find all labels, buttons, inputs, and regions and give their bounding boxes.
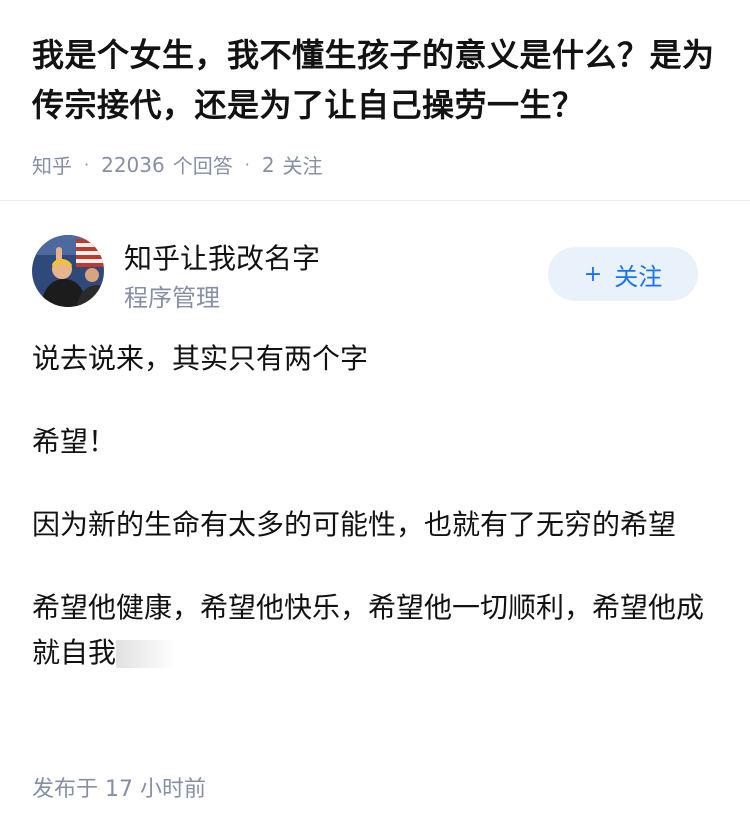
avatar-image [32,235,104,307]
answer-paragraph: 因为新的生命有太多的可能性，也就有了无穷的希望 [32,508,677,541]
follow-button[interactable]: + 关注 [548,247,698,301]
answer-page: 我是个女生，我不懂生孩子的意义是什么？是为传宗接代，还是为了让自己操劳一生？ 知… [0,0,750,838]
answer-content: 说去说来，其实只有两个字 希望！ 因为新的生命有太多的可能性，也就有了无穷的希望… [0,336,750,675]
meta-separator: · [244,155,250,174]
question-header: 我是个女生，我不懂生孩子的意义是什么？是为传宗接代，还是为了让自己操劳一生？ 知… [0,0,750,178]
question-meta: 知乎 · 22036 个回答 · 2 关注 [32,150,718,179]
truncation-fade [116,640,177,668]
answer-paragraph: 希望他健康，希望他快乐，希望他一切顺利，希望他成就自我 [32,585,718,675]
plus-icon: + [583,261,603,287]
followers-label[interactable]: 关注 [283,150,323,179]
question-title[interactable]: 我是个女生，我不懂生孩子的意义是什么？是为传宗接代，还是为了让自己操劳一生？ [32,30,718,130]
publish-time: 发布于 17 小时前 [32,777,206,802]
answer-paragraph: 希望！ [32,425,117,458]
follow-label: 关注 [614,262,663,291]
meta-separator: · [84,155,90,174]
author-card: 知乎让我改名字 程序管理 + 关注 [0,201,750,312]
answers-count[interactable]: 22036 [101,153,165,177]
followers-count[interactable]: 2 [262,153,275,177]
avatar-photo-icon[interactable] [32,235,104,307]
author-name[interactable]: 知乎让我改名字 [124,237,320,277]
answers-label[interactable]: 个回答 [173,150,233,179]
flag-stripes [76,239,104,267]
author-headline: 程序管理 [124,284,220,312]
answer-paragraph: 说去说来，其实只有两个字 [32,342,369,375]
source-label[interactable]: 知乎 [32,150,72,179]
